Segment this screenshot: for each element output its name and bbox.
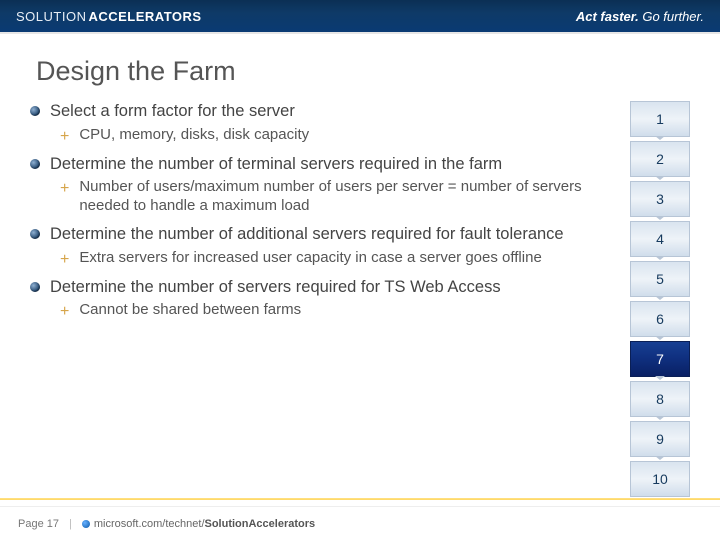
sub-bullet-item: + CPU, memory, disks, disk capacity — [60, 126, 608, 146]
tagline-a: Act faster. — [576, 9, 639, 24]
plus-icon: + — [60, 179, 69, 198]
step-box-8[interactable]: 8 — [630, 381, 690, 417]
bullet-item: Determine the number of servers required… — [30, 277, 608, 322]
bullet-dot-icon — [30, 229, 40, 239]
sub-bullet-item: + Extra servers for increased user capaci… — [60, 249, 608, 269]
plus-icon: + — [60, 250, 69, 269]
footer: Page 17 | microsoft.com/technet/Solution… — [0, 506, 720, 540]
bullet-dot-icon — [30, 159, 40, 169]
bullet-item: Determine the number of terminal servers… — [30, 154, 608, 216]
step-box-10[interactable]: 10 — [630, 461, 690, 497]
sub-bullet-text: Extra servers for increased user capacit… — [79, 249, 541, 268]
ms-link-b: SolutionAccelerators — [205, 518, 316, 530]
bullet-list: Select a form factor for the server + CPU,… — [30, 101, 608, 501]
ms-link-a: microsoft.com/technet/ — [94, 518, 205, 530]
slide-title: Design the Farm — [36, 56, 690, 87]
step-box-7[interactable]: 7 — [630, 341, 690, 377]
sub-bullet-text: Number of users/maximum number of users … — [79, 178, 608, 216]
bullet-text: Determine the number of terminal servers… — [50, 154, 502, 175]
brand-bold: ACCELERATORS — [88, 9, 201, 24]
header-bar: SOLUTION ACCELERATORS Act faster. Go fur… — [0, 0, 720, 34]
sub-bullet-item: + Number of users/maximum number of users… — [60, 178, 608, 216]
tagline-b: Go further. — [642, 9, 704, 24]
step-nav: 1 2 3 4 5 6 7 8 9 10 — [630, 101, 690, 501]
step-box-2[interactable]: 2 — [630, 141, 690, 177]
ms-badge: microsoft.com/technet/SolutionAccelerato… — [82, 518, 315, 530]
bullet-text: Select a form factor for the server — [50, 101, 295, 122]
step-box-3[interactable]: 3 — [630, 181, 690, 217]
bullet-dot-icon — [30, 106, 40, 116]
step-box-5[interactable]: 5 — [630, 261, 690, 297]
divider-line — [0, 498, 720, 500]
sub-bullet-text: Cannot be shared between farms — [79, 301, 301, 320]
step-box-1[interactable]: 1 — [630, 101, 690, 137]
slide: SOLUTION ACCELERATORS Act faster. Go fur… — [0, 0, 720, 540]
bullet-dot-icon — [30, 282, 40, 292]
bullet-text: Determine the number of servers required… — [50, 277, 501, 298]
tagline: Act faster. Go further. — [576, 9, 704, 24]
bullet-text: Determine the number of additional serve… — [50, 224, 564, 245]
content: Design the Farm Select a form factor for… — [0, 40, 720, 500]
brand-thin: SOLUTION — [16, 9, 86, 24]
sub-bullet-text: CPU, memory, disks, disk capacity — [79, 126, 309, 145]
bullet-item: Determine the number of additional serve… — [30, 224, 608, 269]
step-box-4[interactable]: 4 — [630, 221, 690, 257]
plus-icon: + — [60, 302, 69, 321]
ms-link: microsoft.com/technet/SolutionAccelerato… — [94, 518, 315, 530]
step-box-9[interactable]: 9 — [630, 421, 690, 457]
footer-sep: | — [69, 518, 72, 530]
sub-bullet-item: + Cannot be shared between farms — [60, 301, 608, 321]
brand: SOLUTION ACCELERATORS — [16, 9, 202, 24]
ms-dot-icon — [82, 520, 90, 528]
bullet-item: Select a form factor for the server + CPU,… — [30, 101, 608, 146]
body: Select a form factor for the server + CPU,… — [30, 101, 690, 501]
page-number: Page 17 — [18, 518, 59, 530]
plus-icon: + — [60, 127, 69, 146]
step-box-6[interactable]: 6 — [630, 301, 690, 337]
